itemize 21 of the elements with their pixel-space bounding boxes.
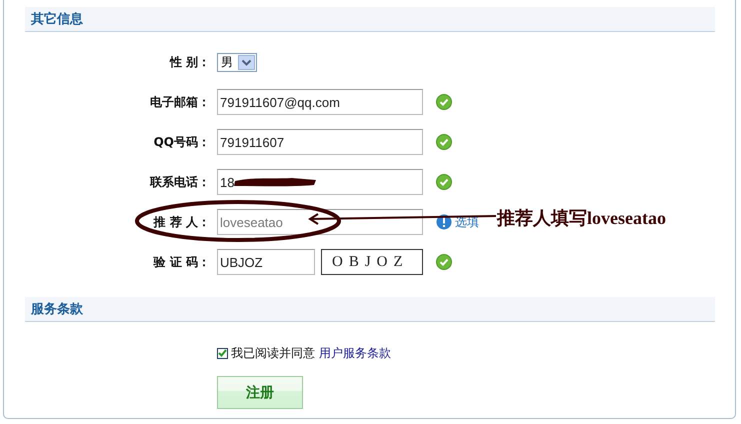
gender-select[interactable]: 男 [217,52,257,72]
checkmark-icon [218,349,227,357]
field-label: 性 别： [168,54,210,70]
field-label: 推 荐 人： [152,214,210,230]
input-field[interactable]: 791911607 [217,129,423,155]
field-label: 电子邮箱： [149,94,210,110]
field-label: 联系电话： [148,174,210,190]
input-field[interactable]: loveseatao [217,209,423,235]
terms-link[interactable]: 用户服务条款 [319,344,391,362]
section-title: 其它信息 [31,10,83,28]
input-field[interactable]: 791911607@qq.com [217,89,423,115]
field-label: 验 证 码： [152,254,210,270]
section-title: 服务条款 [31,301,83,318]
input-field[interactable]: 18 [217,169,423,195]
annotation-text: 推荐人填写loveseatao [497,207,666,230]
field-label: QQ号码： [152,134,210,150]
agree-checkbox[interactable] [217,348,228,358]
captcha-image: OBJOZ [321,249,423,275]
register-button[interactable]: 注册 [217,376,303,409]
agreement-text: 我已阅读并同意 [231,344,315,362]
input-field[interactable]: UBJOZ [217,249,315,275]
